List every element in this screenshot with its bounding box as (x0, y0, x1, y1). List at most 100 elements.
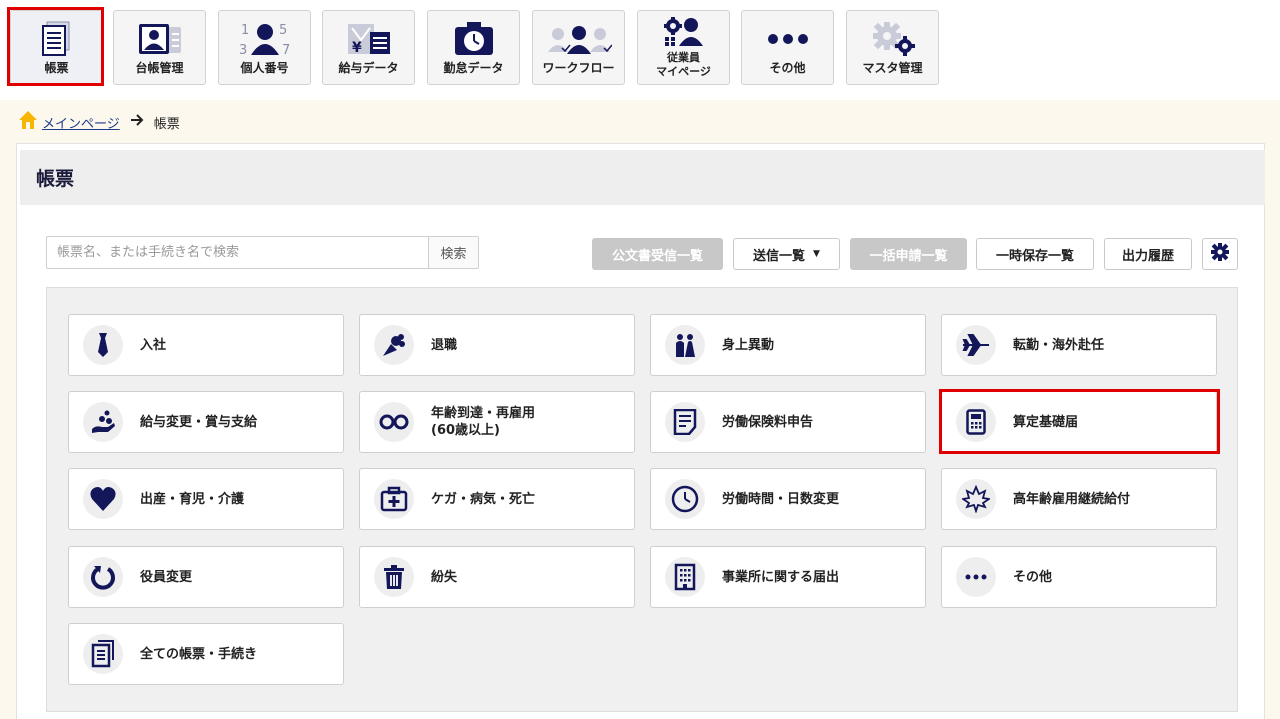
necktie-icon (83, 325, 123, 365)
card-birth-childcare[interactable]: 出産・育児・介護 (68, 468, 344, 530)
bulk-apply-list-button[interactable]: 一括申請一覧 (850, 238, 967, 270)
nav-label-line1: 従業員 (667, 51, 700, 64)
card-lost[interactable]: 紛失 (359, 546, 635, 608)
nav-ledger-button[interactable]: 台帳管理 (113, 10, 206, 85)
card-label: 算定基礎届 (1013, 414, 1079, 430)
card-label: その他 (1013, 569, 1053, 585)
card-salary-bonus[interactable]: 給与変更・賞与支給 (68, 391, 344, 453)
nav-employee-mypage-button[interactable]: 従業員 マイページ (637, 10, 730, 85)
public-documents-button[interactable]: 公文書受信一覧 (592, 238, 723, 270)
card-label: 身上異動 (722, 337, 775, 353)
card-label: 転勤・海外赴任 (1013, 337, 1105, 353)
wedding-couple-icon (665, 325, 705, 365)
arrow-right-icon (130, 114, 144, 130)
svg-text:¥: ¥ (352, 40, 362, 56)
breadcrumb-home-link[interactable]: メインページ (42, 113, 120, 132)
card-joining[interactable]: 入社 (68, 314, 344, 376)
page-title: 帳票 (36, 168, 75, 190)
nav-forms-button[interactable]: 帳票 (10, 10, 103, 85)
temp-saved-list-button[interactable]: 一時保存一覧 (976, 238, 1094, 270)
card-label: 労働保険料申告 (722, 414, 814, 430)
documents-icon (83, 634, 123, 674)
send-list-label: 送信一覧 (753, 248, 806, 264)
card-working-hours[interactable]: 労働時間・日数変更 (650, 468, 926, 530)
card-injury-illness[interactable]: ケガ・病気・死亡 (359, 468, 635, 530)
svg-text:5: 5 (279, 23, 287, 38)
document-list-icon (11, 19, 102, 59)
settings-button[interactable] (1202, 238, 1238, 270)
card-label: 給与変更・賞与支給 (140, 414, 258, 430)
nav-attendance-data-button[interactable]: 勤怠データ (427, 10, 520, 85)
card-label: 紛失 (431, 569, 458, 585)
card-age-reemployment[interactable]: 年齢到達・再雇用 (60歳以上) (359, 391, 635, 453)
top-navigation: 帳票 台帳管理 1 5 3 7 個人番号 ¥ 給与データ 勤怠データ ワークフロ… (0, 0, 1280, 100)
gear-icon (1210, 242, 1230, 266)
nav-label: 給与データ (338, 61, 399, 75)
nav-label: マスタ管理 (862, 61, 923, 75)
timecard-clock-icon (428, 19, 519, 59)
search-box: 検索 (46, 236, 479, 269)
card-label: 入社 (140, 337, 167, 353)
nav-my-number-button[interactable]: 1 5 3 7 個人番号 (218, 10, 311, 85)
person-numbers-icon: 1 5 3 7 (219, 19, 310, 59)
id-card-icon (114, 19, 205, 59)
card-officer-change[interactable]: 役員変更 (68, 546, 344, 608)
card-label: 年齢到達・再雇用 (60歳以上) (431, 406, 536, 438)
nav-label: 台帳管理 (135, 61, 184, 75)
card-label: 退職 (431, 337, 458, 353)
airplane-icon (956, 325, 996, 365)
card-retirement[interactable]: 退職 (359, 314, 635, 376)
building-icon (665, 557, 705, 597)
maple-leaf-icon (956, 479, 996, 519)
svg-text:1: 1 (241, 23, 249, 38)
nav-payroll-data-button[interactable]: ¥ 給与データ (322, 10, 415, 85)
card-labor-insurance[interactable]: 労働保険料申告 (650, 391, 926, 453)
card-label: 高年齢雇用継続給付 (1013, 491, 1131, 507)
svg-text:3: 3 (239, 43, 247, 57)
card-label: 役員変更 (140, 569, 193, 585)
search-input[interactable] (47, 237, 428, 268)
nav-label: 帳票 (44, 61, 69, 75)
card-office-notification[interactable]: 事業所に関する届出 (650, 546, 926, 608)
breadcrumb: メインページ 帳票 (18, 110, 180, 134)
card-santei-kiso[interactable]: 算定基礎届 (941, 391, 1217, 453)
card-transfer-overseas[interactable]: 転勤・海外赴任 (941, 314, 1217, 376)
svg-text:7: 7 (282, 43, 290, 57)
card-all-forms[interactable]: 全ての帳票・手続き (68, 623, 344, 685)
nav-label: 勤怠データ (443, 61, 504, 75)
nav-label: その他 (769, 61, 806, 75)
nav-label: ワークフロー (542, 61, 615, 75)
search-button[interactable]: 検索 (428, 237, 478, 268)
nav-other-button[interactable]: その他 (741, 10, 834, 85)
card-label: 出産・育児・介護 (140, 491, 245, 507)
document-lines-icon (665, 402, 705, 442)
home-icon (18, 110, 38, 134)
trash-icon (374, 557, 414, 597)
card-label: 労働時間・日数変更 (722, 491, 840, 507)
breadcrumb-current: 帳票 (153, 116, 180, 132)
card-label: 全ての帳票・手続き (140, 646, 258, 662)
card-label: ケガ・病気・死亡 (431, 491, 536, 507)
nav-label: 個人番号 (240, 61, 289, 75)
nav-label-line2: マイページ (656, 65, 711, 78)
more-dots-icon (956, 557, 996, 597)
card-personal-change[interactable]: 身上異動 (650, 314, 926, 376)
glasses-icon (374, 402, 414, 442)
gears-icon (847, 19, 938, 59)
group-people-icon (533, 19, 624, 59)
nav-workflow-button[interactable]: ワークフロー (532, 10, 625, 85)
caret-down-icon: ▼ (813, 249, 820, 259)
panel-header (20, 150, 1265, 205)
nav-master-settings-button[interactable]: マスタ管理 (846, 10, 939, 85)
bouquet-icon (374, 325, 414, 365)
first-aid-kit-icon (374, 479, 414, 519)
heart-icon (83, 479, 123, 519)
output-history-button[interactable]: 出力履歴 (1104, 238, 1192, 270)
card-other[interactable]: その他 (941, 546, 1217, 608)
card-elderly-employment[interactable]: 高年齢雇用継続給付 (941, 468, 1217, 530)
calculator-icon (956, 402, 996, 442)
clock-icon (665, 479, 705, 519)
rotate-arrow-icon (83, 557, 123, 597)
send-list-dropdown[interactable]: 送信一覧 ▼ (733, 238, 840, 270)
hand-coins-icon (83, 402, 123, 442)
